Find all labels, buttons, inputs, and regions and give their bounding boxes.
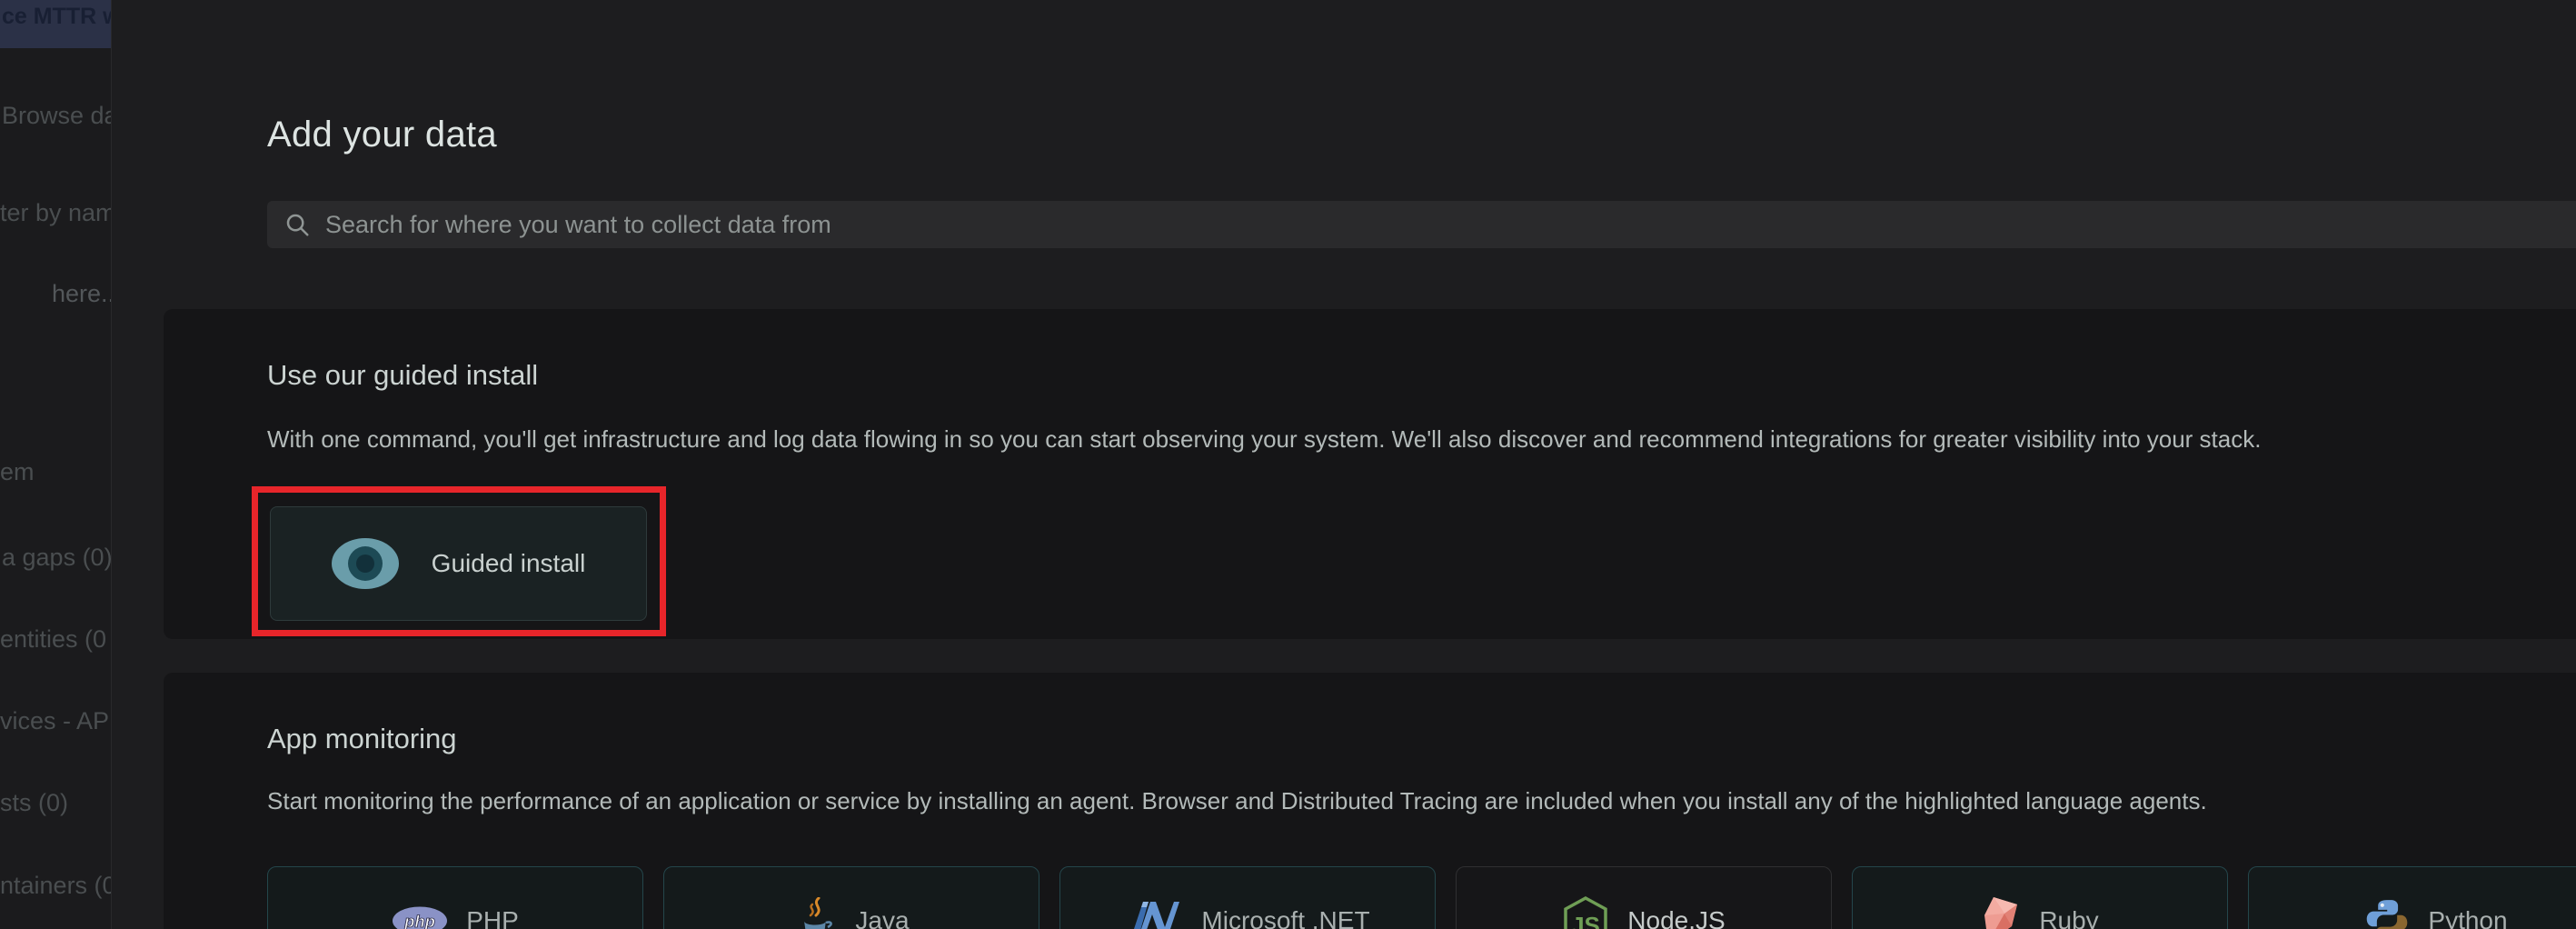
search-bar bbox=[267, 201, 2576, 248]
tile-php[interactable]: php PHP bbox=[267, 866, 643, 929]
tile-ruby[interactable]: Ruby bbox=[1852, 866, 2228, 929]
guided-install-button-label: Guided install bbox=[431, 549, 586, 577]
sidebar-item-here[interactable]: here... bbox=[52, 280, 111, 308]
java-icon bbox=[804, 897, 833, 929]
eye-icon bbox=[331, 538, 399, 589]
tile-python[interactable]: Python bbox=[2248, 866, 2576, 929]
sidebar-item-em[interactable]: em bbox=[0, 458, 35, 486]
tile-label: Ruby bbox=[2039, 906, 2099, 929]
add-data-page: ce MTTR w Browse da ter by nam here... e… bbox=[0, 0, 2576, 929]
search-input[interactable] bbox=[323, 209, 2576, 240]
sidebar-item-browse-data[interactable]: Browse da bbox=[2, 102, 111, 130]
tile-dotnet[interactable]: Microsoft .NET bbox=[1059, 866, 1436, 929]
sidebar-item-entities[interactable]: entities (0 bbox=[0, 625, 106, 654]
nodejs-icon: JS bbox=[1564, 896, 1608, 929]
left-sidebar: ce MTTR w Browse da ter by nam here... e… bbox=[0, 0, 112, 929]
svg-text:JS: JS bbox=[1571, 912, 1600, 929]
tile-label: PHP bbox=[466, 906, 519, 929]
php-icon: php bbox=[393, 906, 448, 929]
svg-text:php: php bbox=[403, 912, 435, 929]
guided-install-button[interactable]: Guided install bbox=[270, 506, 647, 621]
tile-nodejs[interactable]: JS Node.JS bbox=[1456, 866, 1832, 929]
tile-label: Node.JS bbox=[1627, 906, 1726, 929]
guided-install-title: Use our guided install bbox=[267, 359, 539, 391]
sidebar-item-containers[interactable]: ntainers (0 bbox=[0, 872, 111, 900]
app-monitoring-title: App monitoring bbox=[267, 723, 457, 754]
dotnet-icon bbox=[1134, 902, 1180, 929]
sidebar-item-filter-by-name[interactable]: ter by nam bbox=[0, 199, 111, 227]
ruby-icon bbox=[1984, 897, 2018, 929]
tile-label: Microsoft .NET bbox=[1201, 906, 1370, 929]
guided-install-description: With one command, you'll get infrastruct… bbox=[267, 425, 2262, 453]
tile-label: Java bbox=[855, 906, 910, 929]
app-monitoring-description: Start monitoring the performance of an a… bbox=[267, 787, 2207, 814]
sidebar-item-data-gaps[interactable]: a gaps (0) bbox=[2, 544, 111, 572]
page-title: Add your data bbox=[267, 114, 497, 155]
main-content: Add your data Use our guided install Wit… bbox=[112, 0, 2576, 929]
sidebar-active-item[interactable]: ce MTTR w bbox=[0, 0, 111, 48]
app-monitoring-card: App monitoring Start monitoring the perf… bbox=[164, 673, 2576, 929]
agent-tiles-row: php PHP Java Microsoft .NET JS Node.JS R… bbox=[267, 866, 2576, 929]
tile-java[interactable]: Java bbox=[663, 866, 1039, 929]
sidebar-item-hosts[interactable]: sts (0) bbox=[0, 789, 68, 817]
python-icon bbox=[2367, 900, 2408, 929]
guided-install-card: Use our guided install With one command,… bbox=[164, 309, 2576, 639]
tile-label: Python bbox=[2428, 906, 2508, 929]
sidebar-item-services-apm[interactable]: vices - APM bbox=[0, 707, 111, 735]
search-icon bbox=[286, 214, 309, 236]
